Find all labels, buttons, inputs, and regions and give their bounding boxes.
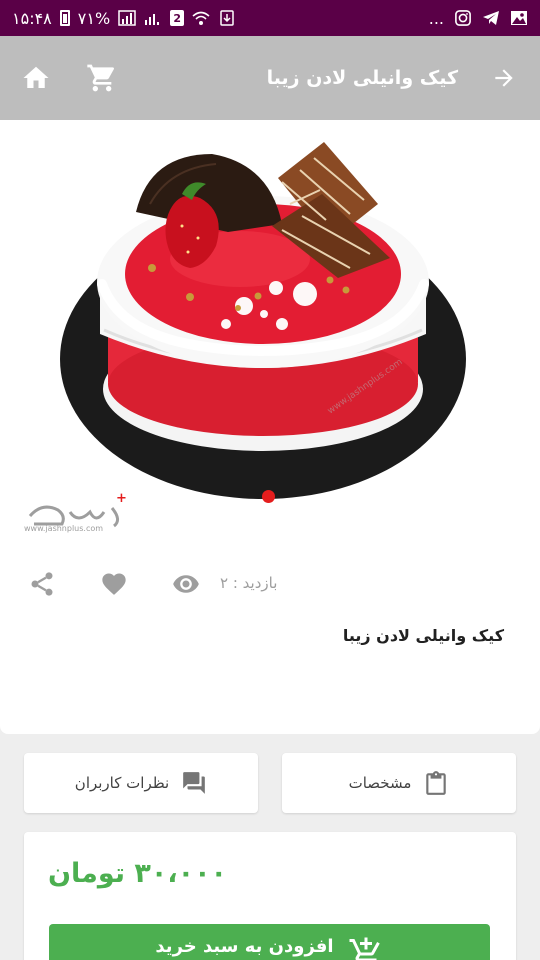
action-row: بازدید : ۲: [0, 564, 540, 604]
view-count: بازدید : ۲: [220, 574, 278, 592]
status-overflow: ...: [428, 8, 444, 28]
cart-button[interactable]: [86, 62, 118, 94]
forum-icon: [183, 772, 206, 794]
wifi-icon: [192, 11, 210, 25]
home-button[interactable]: [20, 62, 52, 94]
status-bar: ۱۵:۴۸ ۷۱% 2 ...: [0, 0, 540, 36]
telegram-icon: [483, 11, 499, 25]
slide-indicator[interactable]: [262, 490, 275, 503]
gallery-icon: [511, 11, 527, 25]
signal-bars-icon: [145, 14, 160, 25]
status-time: ۱۵:۴۸: [12, 8, 52, 28]
tab-specifications-label: مشخصات: [348, 774, 412, 792]
eye-icon: [173, 575, 199, 593]
cart-icon: [87, 64, 114, 92]
toolbar: کیک وانیلی لادن زیبا: [0, 36, 540, 120]
product-name: کیک وانیلی لادن زیبا: [342, 626, 504, 645]
tab-specifications[interactable]: مشخصات: [282, 753, 516, 813]
signal-icon: [118, 10, 136, 26]
toolbar-title-group: کیک وانیلی لادن زیبا: [267, 62, 520, 94]
cake-image[interactable]: www.jashnplus.com: [20, 134, 520, 546]
tab-user-reviews-label: نظرات کاربران: [74, 774, 170, 792]
sim-badge: 2: [170, 10, 185, 26]
share-icon[interactable]: [28, 570, 56, 598]
battery-level: ۷۱%: [77, 8, 111, 28]
add-to-cart-label: افزودن به سبد خرید: [155, 936, 334, 957]
svg-text:+: +: [116, 491, 127, 506]
add-to-cart-button[interactable]: افزودن به سبد خرید: [49, 924, 490, 960]
product-card: www.jashnplus.com + www.jashnplus.com با…: [0, 120, 540, 734]
home-icon: [23, 66, 49, 88]
arrow-right-icon: [495, 69, 513, 87]
product-price: ۳۰،۰۰۰ تومان: [48, 858, 228, 889]
price-card: ۳۰،۰۰۰ تومان افزودن به سبد خرید: [24, 832, 516, 960]
toolbar-actions: [20, 62, 118, 94]
instagram-icon: [455, 10, 471, 26]
toolbar-title: کیک وانیلی لادن زیبا: [266, 67, 458, 89]
clipboard-icon: [426, 771, 447, 795]
download-icon: [220, 10, 234, 26]
status-left: ۱۵:۴۸ ۷۱% 2: [12, 9, 236, 28]
tab-user-reviews[interactable]: نظرات کاربران: [24, 753, 258, 813]
add-shopping-cart-icon: [349, 937, 380, 960]
heart-icon[interactable]: [100, 570, 128, 598]
back-button[interactable]: [488, 62, 520, 94]
battery-icon: [59, 10, 70, 26]
status-right: ...: [429, 9, 528, 28]
watermark-url: www.jashnplus.com: [24, 524, 104, 533]
